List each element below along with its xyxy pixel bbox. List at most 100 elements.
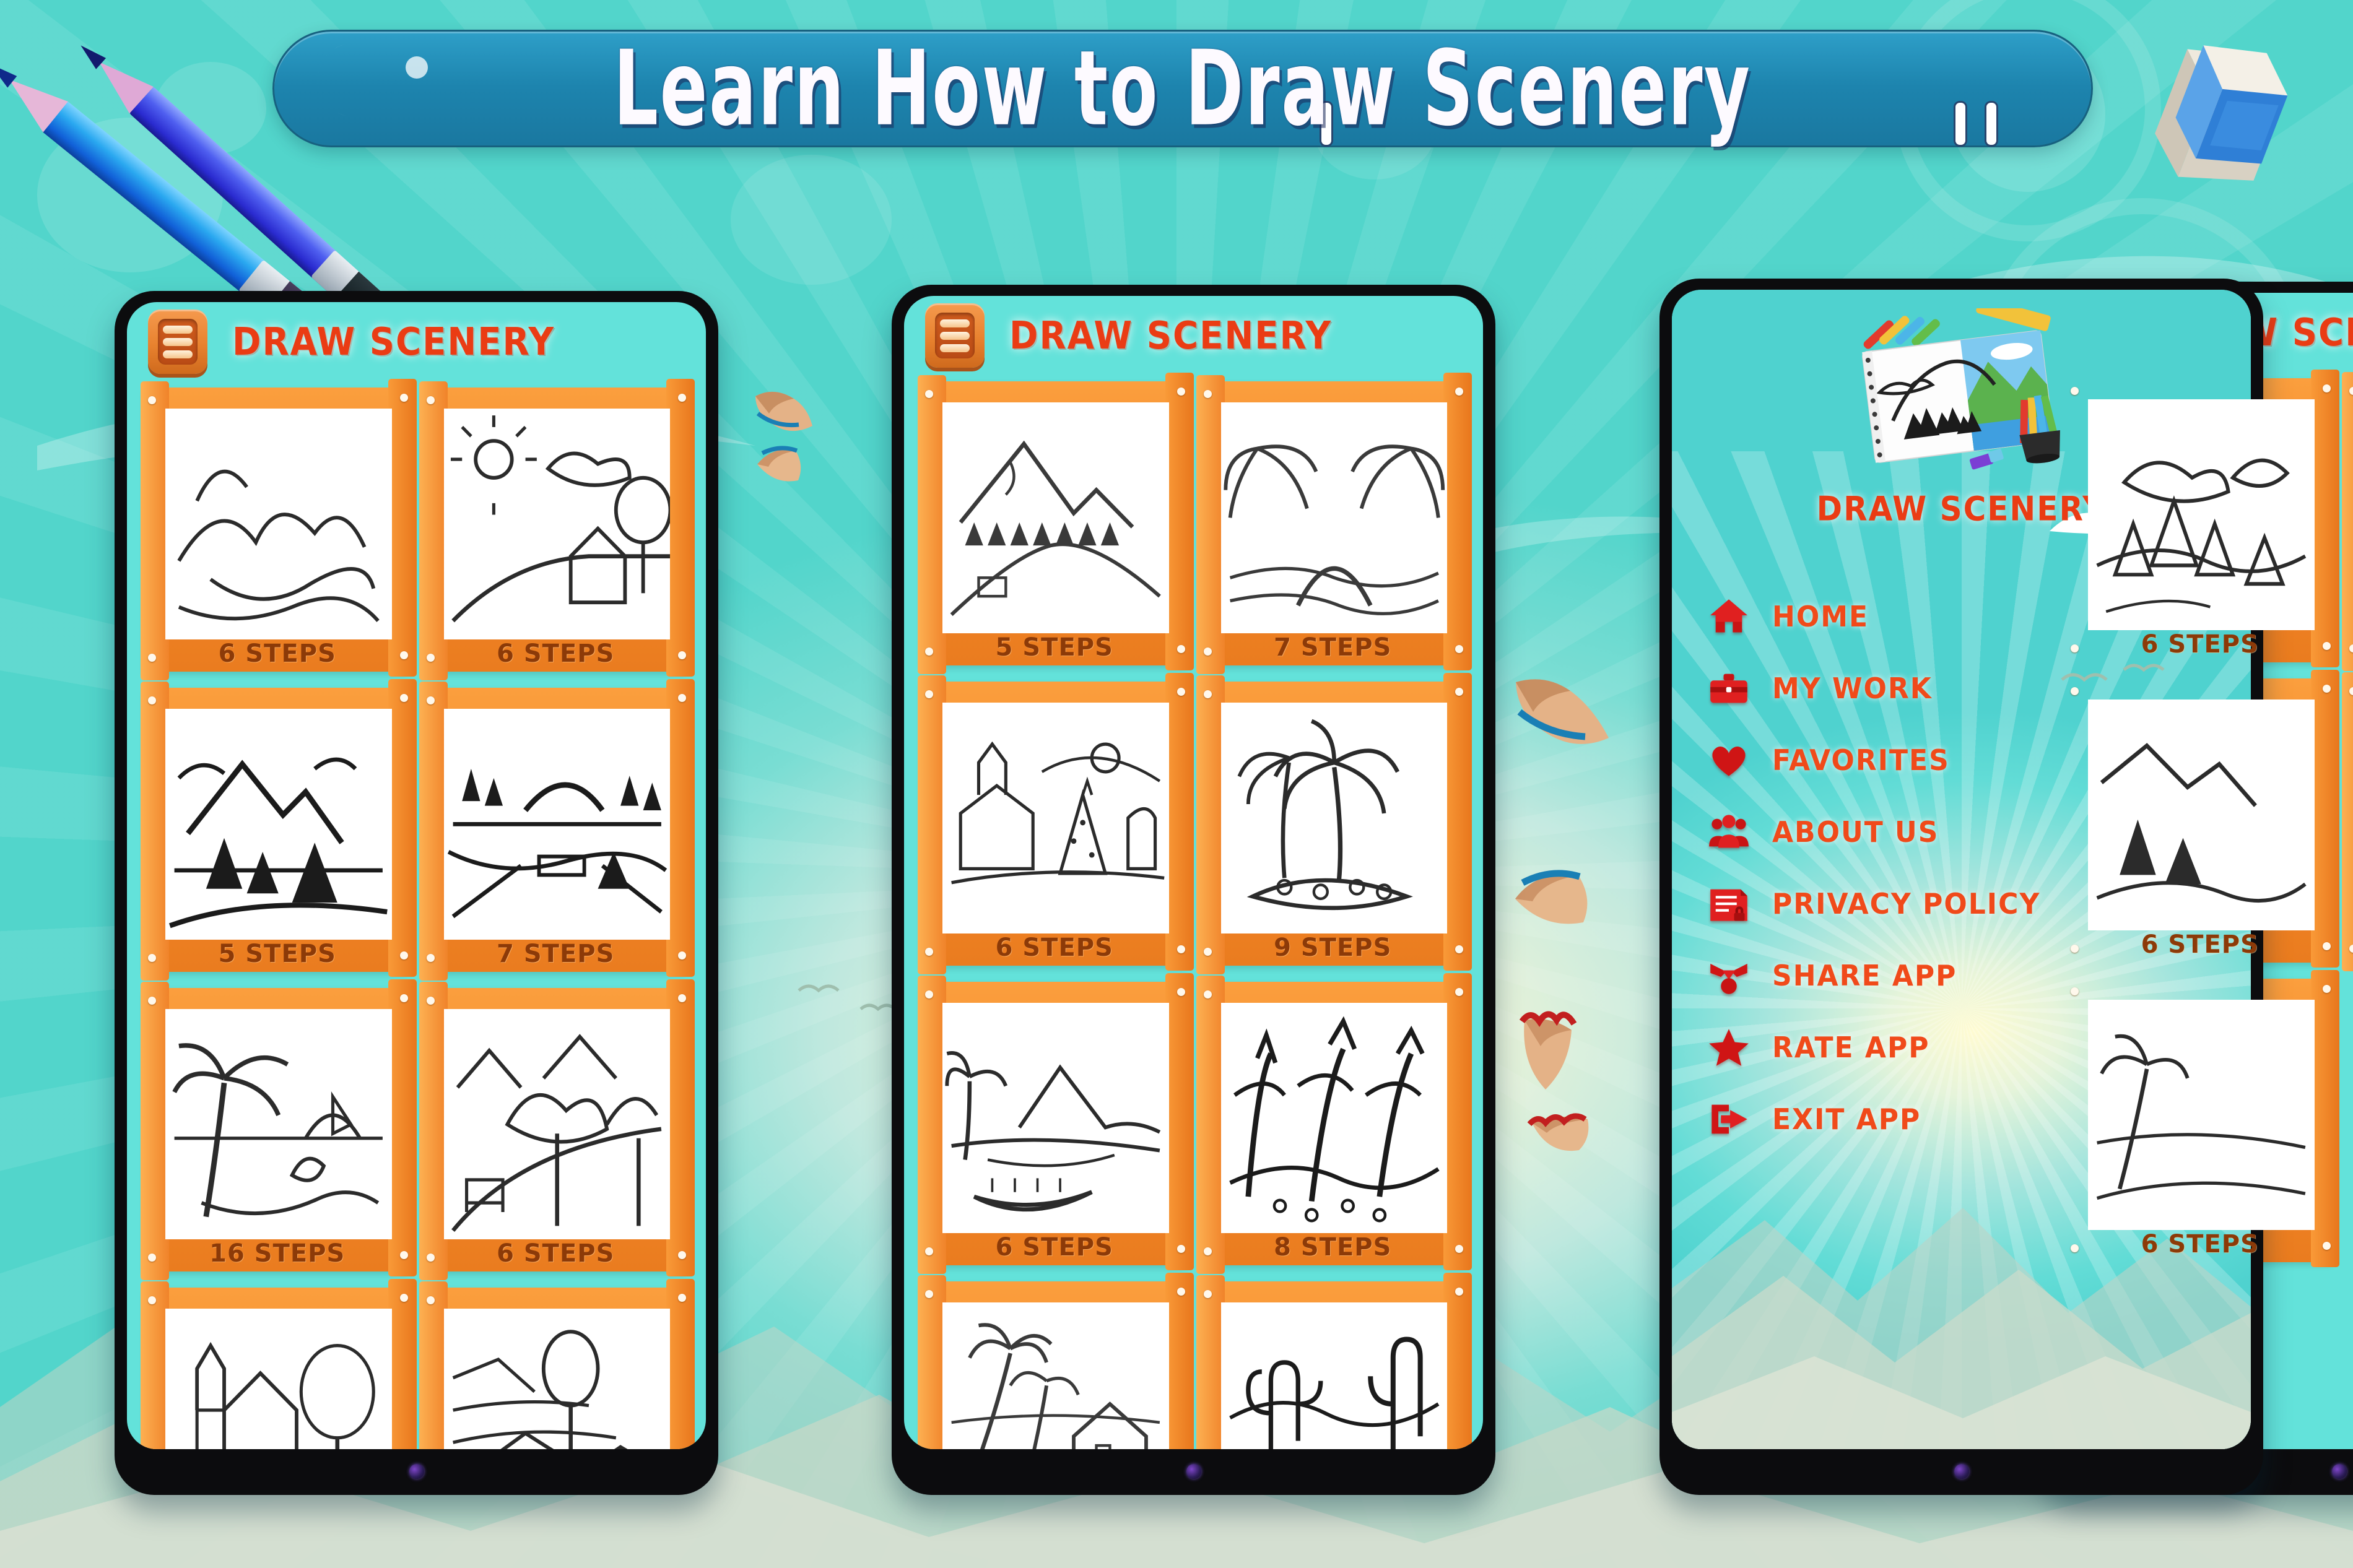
exit-icon [1707,1097,1751,1141]
phone-camera-dot [1186,1464,1201,1479]
frame-screw [426,996,435,1005]
drawing-frame: 6 STEPS [419,379,695,680]
drawing-card[interactable]: 7 STEPS [1196,373,1472,674]
frame-screw [148,1296,156,1305]
drawing-frame: 5 STEPS [918,1273,1193,1449]
frame-screw [678,1294,686,1302]
frame-screw [1455,388,1463,396]
drawing-frame: 7 STEPS [1196,373,1472,674]
drawing-card[interactable]: 7 STEPS [419,678,695,981]
step-count-label: 7 STEPS [1274,633,1392,662]
drawing-card[interactable]: 16 STEPS [141,979,416,1281]
frame-screw [925,690,933,698]
drawing-thumbnail [942,1302,1169,1449]
drawing-frame: 7 STEPS [141,1279,416,1449]
people-icon [1707,810,1751,854]
drawing-card[interactable]: 9 STEPS [1196,672,1472,974]
drawing-grid-2: 5 STEPS 7 STEPS 6 STEPS 9 STEPS 6 STEPS … [904,373,1483,1449]
step-count-label: 16 STEPS [209,1239,346,1268]
drawing-thumbnail [2088,699,2315,930]
share-icon [1707,953,1751,998]
pencil-shaving-blue [755,391,812,431]
page-title-banner: Learn How to Draw Scenery [272,28,2093,149]
frame-screw [678,693,686,702]
phone-camera-dot [2331,1464,2347,1479]
drawing-thumbnail [1220,1302,1447,1449]
drawing-thumbnail [165,1309,392,1449]
drawing-card[interactable]: 6 STEPS [918,972,1193,1275]
drawer-menu-label: EXIT APP [1772,1102,1921,1137]
frame-screw [426,1296,435,1305]
drawing-card[interactable]: 6 STEPS [141,379,416,680]
drawing-frame: 6 STEPS [918,672,1193,974]
phone-1: DRAW SCENERY 6 STEPS 6 STEPS 5 STEPS 7 S… [115,291,718,1495]
drawing-thumbnail [1220,1002,1447,1234]
drawing-frame: 7 STEPS [419,1279,695,1449]
drawing-thumbnail [942,402,1169,633]
drawing-card[interactable]: 8 STEPS [1196,972,1472,1275]
step-count-label: 6 STEPS [497,639,615,668]
frame-screw [1176,1288,1185,1296]
drawing-thumbnail [942,1002,1169,1234]
step-count-label: 7 STEPS [497,939,615,968]
drawing-frame: 9 STEPS [1196,672,1472,974]
frame-screw [2322,684,2331,693]
hamburger-menu-icon[interactable] [925,303,985,368]
drawing-thumbnail [443,708,670,940]
frame-screw [148,396,156,404]
frame-screw [399,394,408,402]
drawer-menu-label: HOME [1772,599,1869,634]
drawing-card[interactable]: 5 STEPS [918,373,1193,674]
drawing-card[interactable]: 5 STEPS [2341,372,2353,671]
step-count-label: 6 STEPS [497,1239,615,1268]
step-count-label: 6 STEPS [2141,930,2259,959]
drawing-card[interactable]: 6 STEPS [419,379,695,680]
drawing-thumbnail [165,409,392,639]
drawing-frame: 16 STEPS [141,979,416,1281]
banner-notch [1985,101,1998,147]
frame-screw [1203,390,1212,398]
frame-screw [2349,387,2353,395]
drawing-frame: 5 STEPS [918,373,1193,674]
drawing-frame: 7 STEPS [419,678,695,981]
drawer-menu-label: SHARE APP [1772,958,1957,993]
app-title: DRAW SCENERY [1009,313,1333,358]
frame-screw [399,1294,408,1302]
drawing-card[interactable]: 6 STEPS [2063,969,2339,1271]
pencil-shaving-blue [757,446,801,482]
frame-screw [1176,987,1185,996]
drawer-menu-label: ABOUT US [1772,815,1939,849]
drawing-card[interactable]: 6 STEPS [1196,1273,1472,1449]
hamburger-menu-icon[interactable] [148,310,207,374]
drawing-thumbnail [165,1008,392,1240]
drawing-frame: 6 STEPS [2063,669,2339,971]
drawer-menu-label: FAVORITES [1772,743,1950,778]
pencil-shaving-blue [1516,679,1609,744]
step-count-label: 6 STEPS [2141,1230,2259,1259]
drawing-card[interactable]: 6 STEPS [2063,669,2339,971]
step-count-label: 5 STEPS [2346,930,2353,959]
pencil-shaving-red [1527,1113,1589,1151]
frame-screw [2322,984,2331,993]
page-title: Learn How to Draw Scenery [614,28,1752,149]
drawing-thumbnail [165,708,392,940]
frame-screw [148,696,156,704]
banner-notch [1954,101,1967,147]
frame-screw [2071,987,2079,995]
drawing-card[interactable]: 7 STEPS [419,1279,695,1449]
step-count-label: 5 STEPS [218,939,336,968]
step-count-label: 6 STEPS [995,933,1113,962]
drawing-card[interactable]: 6 STEPS [918,672,1193,974]
drawing-card[interactable]: 7 STEPS [141,1279,416,1449]
frame-screw [1203,990,1212,998]
drawing-card[interactable]: 5 STEPS [918,1273,1193,1449]
drawing-frame: 5 STEPS [2341,672,2353,971]
drawing-card[interactable]: 5 STEPS [141,678,416,981]
drawing-card[interactable]: 5 STEPS [2341,672,2353,971]
phone-camera-dot [409,1464,424,1479]
step-count-label: 8 STEPS [1274,1233,1392,1262]
drawing-card[interactable]: 6 STEPS [419,979,695,1281]
frame-screw [1455,1288,1463,1296]
step-count-label: 6 STEPS [995,1233,1113,1262]
drawing-card[interactable]: 6 STEPS [2063,370,2339,671]
